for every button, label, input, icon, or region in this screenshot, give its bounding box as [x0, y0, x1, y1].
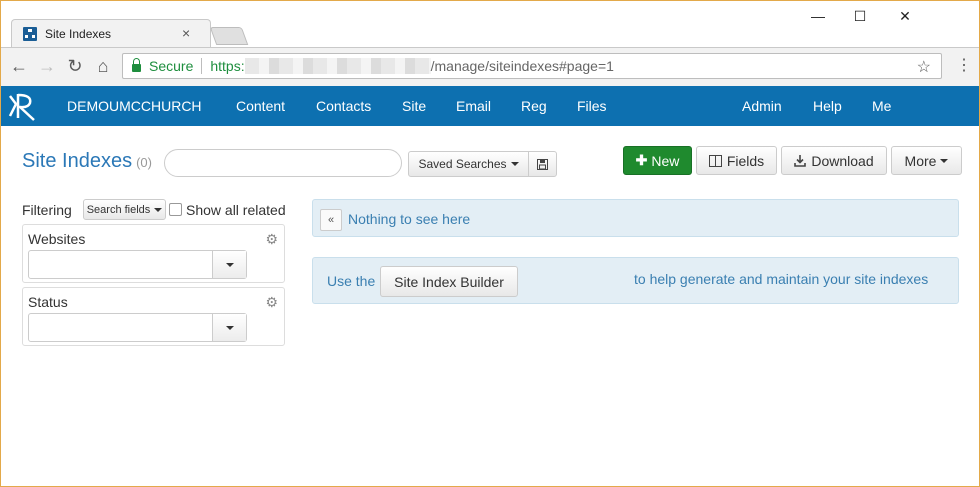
- back-arrow-icon[interactable]: ←: [8, 56, 30, 76]
- new-label: New: [651, 152, 680, 169]
- close-window-button[interactable]: ✕: [882, 5, 928, 27]
- websites-label: Websites: [28, 231, 86, 247]
- search-fields-button[interactable]: Search fields: [83, 199, 166, 220]
- nav-admin[interactable]: Admin: [742, 98, 782, 114]
- bookmark-star-icon[interactable]: ☆: [917, 57, 931, 77]
- page-title-text: Site Indexes: [22, 150, 133, 172]
- browser-menu-icon[interactable]: ⋮: [956, 56, 972, 76]
- empty-message: Nothing to see here: [348, 211, 471, 227]
- download-icon: [794, 154, 807, 167]
- chevron-down-icon: [940, 158, 949, 163]
- minimize-button[interactable]: —: [795, 5, 841, 27]
- secure-label: Secure: [149, 58, 194, 74]
- org-name[interactable]: DEMOUMCCHURCH: [67, 98, 202, 114]
- show-all-related-label[interactable]: Show all related: [186, 202, 286, 218]
- gear-icon[interactable]: ⚙: [265, 294, 278, 311]
- chevron-down-icon: [154, 207, 163, 212]
- status-filter-panel: Status ⚙: [22, 287, 285, 346]
- builder-prefix-text: Use the: [327, 273, 376, 289]
- websites-select[interactable]: [28, 250, 247, 279]
- plus-icon: ✚: [635, 152, 648, 168]
- status-dropdown-button[interactable]: [212, 314, 246, 341]
- save-search-button[interactable]: [528, 151, 557, 177]
- site-index-builder-button[interactable]: Site Index Builder: [380, 266, 518, 297]
- new-button[interactable]: ✚ New: [623, 146, 692, 175]
- tab-content[interactable]: Site Indexes: [23, 20, 111, 47]
- gear-icon[interactable]: ⚙: [265, 231, 278, 248]
- title-bar: Site Indexes × — ☐ ✕: [1, 1, 979, 48]
- nav-files[interactable]: Files: [577, 98, 607, 114]
- page-title: Site Indexes (0): [22, 150, 152, 173]
- builder-info-alert: Use the Site Index Builder to help gener…: [312, 257, 959, 304]
- fields-label: Fields: [726, 152, 765, 169]
- nav-contacts[interactable]: Contacts: [316, 98, 371, 114]
- home-icon[interactable]: ⌂: [92, 56, 114, 76]
- status-label: Status: [28, 294, 68, 310]
- reload-icon[interactable]: ↻: [64, 56, 86, 76]
- lock-icon: [132, 58, 141, 72]
- floppy-disk-icon: [537, 158, 548, 170]
- nav-me[interactable]: Me: [872, 98, 891, 114]
- websites-dropdown-button[interactable]: [212, 251, 246, 278]
- sitemap-favicon-icon: [23, 26, 37, 41]
- address-bar[interactable]: Secure https: /manage/siteindexes#page=1…: [122, 53, 942, 79]
- more-label: More: [904, 152, 937, 169]
- fields-button[interactable]: Fields: [696, 146, 777, 175]
- search-fields-label: Search fields: [86, 203, 151, 216]
- url-path: /manage/siteindexes#page=1: [430, 58, 614, 74]
- site-index-builder-label: Site Index Builder: [394, 273, 504, 290]
- show-all-related-checkbox[interactable]: [169, 203, 182, 216]
- nav-reg[interactable]: Reg: [521, 98, 547, 114]
- nav-site[interactable]: Site: [402, 98, 426, 114]
- download-button[interactable]: Download: [781, 146, 887, 175]
- filtering-label: Filtering: [22, 202, 72, 218]
- tab-close-icon[interactable]: ×: [182, 25, 190, 41]
- maximize-button[interactable]: ☐: [837, 5, 883, 27]
- nav-content[interactable]: Content: [236, 98, 285, 114]
- collapse-sidebar-button[interactable]: «: [320, 209, 342, 231]
- chevron-down-icon: [225, 262, 234, 267]
- browser-window: Site Indexes × — ☐ ✕ ← → ↻ ⌂ Secure http…: [0, 0, 980, 487]
- saved-searches-label: Saved Searches: [418, 157, 507, 171]
- saved-searches-button[interactable]: Saved Searches: [408, 151, 529, 177]
- chevron-down-icon: [510, 162, 519, 166]
- app-navbar: DEMOUMCCHURCH Content Contacts Site Emai…: [1, 86, 979, 126]
- touchpoint-logo-icon[interactable]: [6, 90, 40, 122]
- forward-arrow-icon[interactable]: →: [36, 56, 58, 76]
- search-input[interactable]: [164, 149, 402, 177]
- chevron-down-icon: [225, 325, 234, 330]
- columns-icon: [708, 154, 722, 167]
- nav-email[interactable]: Email: [456, 98, 491, 114]
- redacted-host: [244, 58, 431, 74]
- download-label: Download: [811, 152, 874, 169]
- nav-help[interactable]: Help: [813, 98, 842, 114]
- tab-title: Site Indexes: [45, 26, 112, 41]
- browser-toolbar: ← → ↻ ⌂ Secure https: /manage/siteindexe…: [1, 47, 979, 87]
- divider: [201, 58, 203, 74]
- more-button[interactable]: More: [891, 146, 962, 175]
- record-count: (0): [136, 155, 152, 170]
- url-scheme: https:: [210, 58, 245, 74]
- status-select[interactable]: [28, 313, 247, 342]
- empty-results-alert: « Nothing to see here: [312, 199, 959, 237]
- websites-filter-panel: Websites ⚙: [22, 224, 285, 283]
- builder-suffix-text: to help generate and maintain your site …: [634, 271, 929, 287]
- new-tab-button[interactable]: [209, 27, 249, 45]
